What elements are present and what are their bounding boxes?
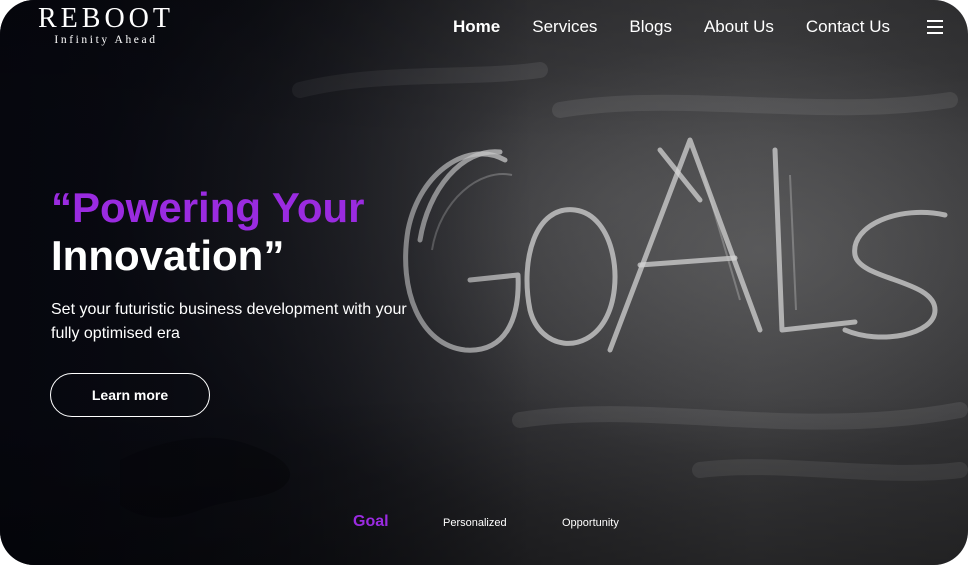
brand-logo[interactable]: REBOOT Infinity Ahead [38, 4, 174, 47]
hero-subtitle: Set your futuristic business development… [51, 301, 407, 342]
hero-title: “Powering Your Innovation” [51, 184, 364, 280]
main-nav: Home Services Blogs About Us Contact Us [453, 16, 922, 38]
hero-section: REBOOT Infinity Ahead Home Services Blog… [0, 0, 968, 565]
brand-name: REBOOT [38, 3, 174, 34]
tab-goal[interactable]: Goal [353, 513, 389, 531]
tab-opportunity[interactable]: Opportunity [562, 517, 619, 529]
goals-chalkboard-image [120, 62, 968, 518]
hero-title-line2: Innovation” [51, 232, 285, 279]
tab-personalized[interactable]: Personalized [443, 517, 507, 529]
nav-about-us-link[interactable]: About Us [704, 16, 774, 38]
learn-more-button[interactable]: Learn more [50, 373, 210, 417]
hero-title-line1: “Powering Your [51, 184, 365, 231]
nav-contact-us-link[interactable]: Contact Us [806, 16, 890, 38]
nav-services-link[interactable]: Services [532, 16, 597, 38]
nav-home-link[interactable]: Home [453, 16, 500, 38]
nav-blogs-link[interactable]: Blogs [629, 16, 672, 38]
brand-tagline: Infinity Ahead [54, 34, 158, 46]
hamburger-menu-icon[interactable] [927, 20, 943, 34]
